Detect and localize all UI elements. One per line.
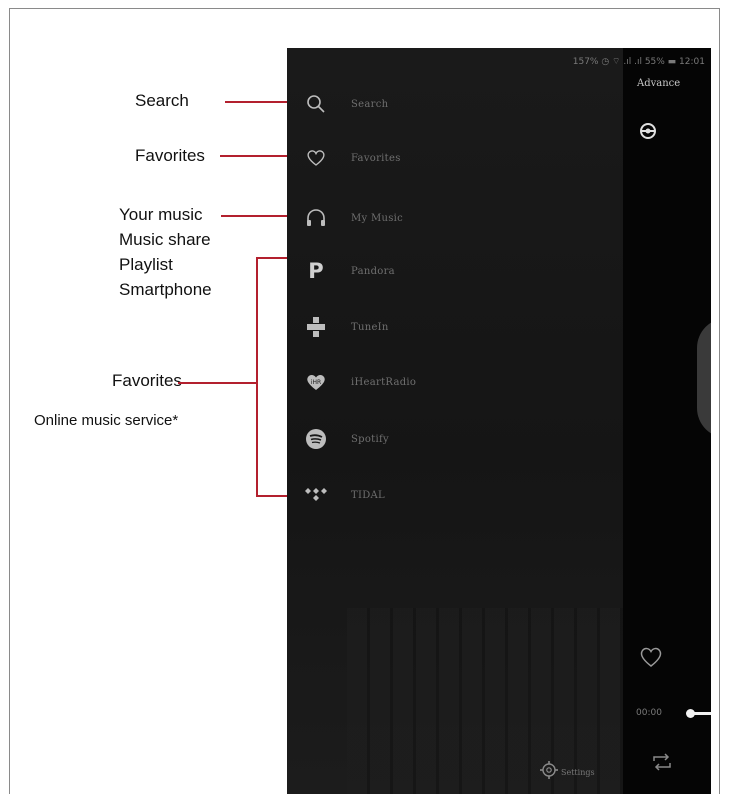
annotation-favorites-bottom: Favorites — [112, 371, 182, 390]
menu-item-label: TIDAL — [351, 489, 385, 501]
settings-label: Settings — [561, 768, 595, 777]
spotify-icon — [303, 426, 329, 452]
menu-item-label: TuneIn — [351, 321, 389, 333]
menu-item-search[interactable]: Search — [303, 89, 603, 119]
menu-item-pandora[interactable]: P Pandora — [303, 256, 603, 286]
menu-item-tunein[interactable]: TuneIn — [303, 312, 603, 342]
advance-settings-icon[interactable] — [639, 122, 657, 144]
menu-item-label: Favorites — [351, 152, 401, 164]
leader-line-search — [225, 101, 293, 103]
annotation-music-share: Music share — [119, 230, 211, 249]
search-icon — [303, 91, 329, 117]
annotation-search: Search — [135, 91, 189, 110]
annotation-playlist: Playlist — [119, 255, 173, 274]
menu-item-spotify[interactable]: Spotify — [303, 424, 603, 454]
annotation-your-music: Your music — [119, 205, 203, 224]
leader-line-your-music — [221, 215, 293, 217]
tidal-icon — [303, 482, 329, 508]
menu-item-favorites[interactable]: Favorites — [303, 143, 603, 173]
pandora-icon: P — [308, 259, 324, 283]
gear-icon — [539, 760, 559, 785]
leader-line-favorites-bottom — [178, 382, 257, 384]
favorite-heart-icon[interactable] — [639, 646, 663, 673]
album-art-edge — [697, 318, 711, 438]
menu-item-my-music[interactable]: My Music — [303, 203, 603, 233]
menu-item-label: Search — [351, 98, 389, 110]
player-panel — [623, 48, 711, 794]
status-bar: 157% ◷ ⌔ .ıl .ıl 55% ▬ 12:01 — [572, 57, 705, 67]
menu-item-label: iHeartRadio — [351, 376, 417, 388]
elapsed-time: 00:00 — [636, 708, 662, 718]
settings-button[interactable]: Settings — [539, 760, 595, 785]
annotation-smartphone: Smartphone — [119, 280, 212, 299]
menu-item-label: My Music — [351, 212, 404, 224]
menu-item-tidal[interactable]: TIDAL — [303, 480, 603, 510]
svg-text:iHR: iHR — [311, 379, 321, 386]
leader-line-favorites — [220, 155, 293, 157]
annotation-online-music: Online music service* — [34, 412, 179, 429]
repeat-icon[interactable] — [651, 752, 673, 777]
menu-item-label: Pandora — [351, 265, 395, 277]
menu-item-label: Spotify — [351, 433, 389, 445]
headphones-icon — [303, 205, 329, 231]
advance-label[interactable]: Advance — [637, 78, 680, 89]
seek-handle[interactable] — [686, 709, 695, 718]
menu-item-iheartradio[interactable]: iHR iHeartRadio — [303, 367, 603, 397]
heart-icon — [303, 145, 329, 171]
leader-line-online-bracket-vertical — [256, 257, 258, 496]
annotation-favorites-top: Favorites — [135, 146, 205, 165]
phone-screen: 157% ◷ ⌔ .ıl .ıl 55% ▬ 12:01 Search Favo… — [287, 48, 711, 794]
iheartradio-icon: iHR — [303, 369, 329, 395]
tunein-icon — [303, 314, 329, 340]
